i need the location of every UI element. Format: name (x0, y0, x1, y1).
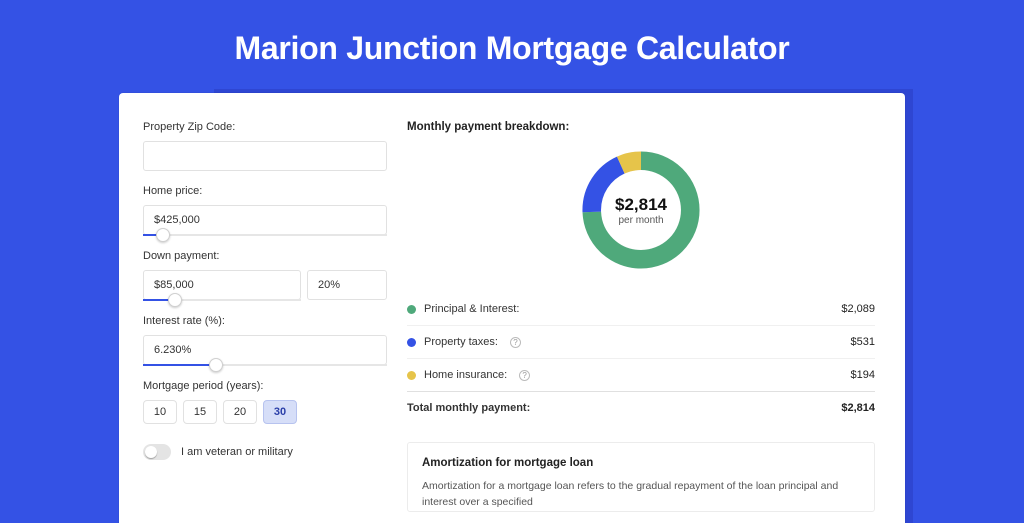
home-price-slider[interactable] (143, 234, 387, 236)
info-icon[interactable]: ? (519, 370, 530, 381)
interest-group: Interest rate (%): (143, 315, 387, 366)
zip-input[interactable] (143, 141, 387, 171)
period-btn-30[interactable]: 30 (263, 400, 297, 424)
legend: Principal & Interest: $2,089 Property taxe… (407, 293, 875, 391)
green-dot-icon (407, 305, 416, 314)
zip-label: Property Zip Code: (143, 121, 387, 133)
legend-row: Property taxes:? $531 (407, 325, 875, 358)
period-btn-15[interactable]: 15 (183, 400, 217, 424)
donut-chart: $2,814 per month (407, 145, 875, 275)
inputs-column: Property Zip Code: Home price: Down paym… (143, 121, 387, 523)
donut-sub: per month (618, 215, 663, 226)
amortization-section: Amortization for mortgage loan Amortizat… (407, 442, 875, 512)
veteran-label: I am veteran or military (181, 446, 293, 458)
veteran-toggle[interactable] (143, 444, 171, 460)
down-payment-percent-input[interactable] (307, 270, 387, 300)
breakdown-title: Monthly payment breakdown: (407, 121, 875, 133)
legend-label: Property taxes: (424, 336, 498, 348)
down-payment-amount-input[interactable] (143, 270, 301, 300)
home-price-group: Home price: (143, 185, 387, 236)
slider-knob[interactable] (156, 228, 170, 242)
interest-input[interactable] (143, 335, 387, 365)
legend-row: Home insurance:? $194 (407, 358, 875, 391)
interest-label: Interest rate (%): (143, 315, 387, 327)
interest-slider[interactable] (143, 364, 387, 366)
period-btn-10[interactable]: 10 (143, 400, 177, 424)
period-group: Mortgage period (years): 10152030 (143, 380, 387, 424)
total-label: Total monthly payment: (407, 402, 530, 414)
breakdown-column: Monthly payment breakdown: $2,814 per mo… (407, 121, 875, 523)
legend-value: $531 (851, 336, 875, 348)
total-value: $2,814 (841, 402, 875, 414)
amortization-title: Amortization for mortgage loan (422, 457, 860, 469)
home-price-input[interactable] (143, 205, 387, 235)
period-btn-20[interactable]: 20 (223, 400, 257, 424)
donut-value: $2,814 (615, 195, 667, 215)
down-payment-label: Down payment: (143, 250, 387, 262)
legend-value: $194 (851, 369, 875, 381)
home-price-label: Home price: (143, 185, 387, 197)
blue-dot-icon (407, 338, 416, 347)
info-icon[interactable]: ? (510, 337, 521, 348)
down-payment-slider[interactable] (143, 299, 301, 301)
legend-row: Principal & Interest: $2,089 (407, 293, 875, 325)
total-row: Total monthly payment: $2,814 (407, 391, 875, 424)
down-payment-group: Down payment: (143, 250, 387, 301)
legend-label: Principal & Interest: (424, 303, 519, 315)
amortization-text: Amortization for a mortgage loan refers … (422, 479, 860, 511)
slider-knob[interactable] (209, 358, 223, 372)
page-title: Marion Junction Mortgage Calculator (0, 0, 1024, 93)
legend-value: $2,089 (841, 303, 875, 315)
yellow-dot-icon (407, 371, 416, 380)
veteran-row: I am veteran or military (143, 444, 387, 460)
period-label: Mortgage period (years): (143, 380, 387, 392)
zip-group: Property Zip Code: (143, 121, 387, 171)
period-buttons: 10152030 (143, 400, 387, 424)
calculator-card: Property Zip Code: Home price: Down paym… (119, 93, 905, 523)
legend-label: Home insurance: (424, 369, 507, 381)
slider-knob[interactable] (168, 293, 182, 307)
